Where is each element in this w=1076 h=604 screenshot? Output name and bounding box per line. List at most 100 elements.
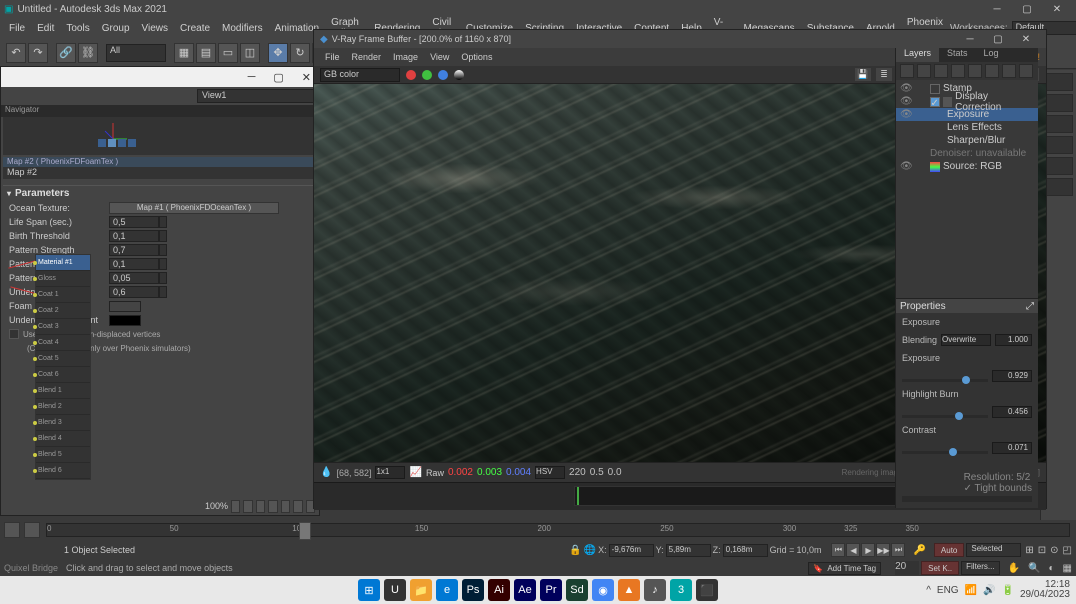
taskbar-app-icon[interactable]: Ai [488,579,510,601]
vfb-channel-select[interactable]: GB color [320,68,400,82]
contrast-slider[interactable] [902,451,988,454]
spinner[interactable] [159,286,167,298]
layer-folder-icon[interactable] [917,64,931,78]
taskbar-app-icon[interactable]: Ae [514,579,536,601]
vfb-menu-image[interactable]: Image [388,52,423,62]
spinner[interactable] [159,272,167,284]
vfb-menu-view[interactable]: View [425,52,454,62]
slider-value[interactable]: 0.071 [992,442,1032,454]
quixel-bridge-label[interactable]: Quixel Bridge [4,563,58,573]
cmd-create-icon[interactable] [1045,73,1073,91]
slider-value[interactable]: 0.456 [992,406,1032,418]
properties-header[interactable]: Properties⤢ [896,299,1038,313]
node-item[interactable]: Gloss [36,271,90,287]
viewport-nav-button[interactable]: ⊡ [1038,545,1046,556]
layer-menu-icon[interactable] [1002,64,1016,78]
timeline-toggle-button[interactable] [24,522,40,538]
menu-modifiers[interactable]: Modifiers [217,23,268,34]
tab-layers[interactable]: Layers [896,48,939,62]
layer-load-icon[interactable] [968,64,982,78]
layer-row[interactable]: Denoiser: unavailable [896,147,1038,160]
taskbar-app-icon[interactable]: 📁 [410,579,432,601]
node-item[interactable]: Material #1 [36,255,90,271]
mat-title-bar[interactable]: ─ ▢ ✕ [1,67,319,87]
vfb-hsv-select[interactable]: HSV [535,466,565,479]
menu-file[interactable]: File [4,23,30,34]
viewport-nav-button[interactable]: 🔍 [1028,563,1040,574]
visibility-icon[interactable]: 👁 [900,96,910,107]
green-channel-icon[interactable] [422,70,432,80]
prev-frame-button[interactable]: ◀ [846,543,860,557]
mat-close-button[interactable]: ✕ [302,71,311,84]
viewport-nav-button[interactable]: ✋ [1008,563,1020,574]
spinner[interactable] [159,230,167,242]
layer-del-icon[interactable] [934,64,948,78]
pattern-strength-input[interactable]: 0,7 [109,244,159,256]
timeline-toggle-button[interactable] [4,522,20,538]
taskbar-app-icon[interactable]: U [384,579,406,601]
tray-lang-icon[interactable]: ENG [937,585,959,596]
vfb-close-button[interactable]: ✕ [1012,30,1040,48]
mat-zoom-btn[interactable] [281,500,290,513]
slider-value[interactable]: 0.929 [992,370,1032,382]
unlink-button[interactable]: ⛓ [78,43,98,63]
cmd-display-icon[interactable] [1045,157,1073,175]
maximize-button[interactable]: ▢ [1012,0,1042,19]
vfb-maximize-button[interactable]: ▢ [984,30,1012,48]
pipette-icon[interactable]: 💧 [320,467,332,478]
tray-wifi-icon[interactable]: 📶 [965,585,977,596]
y-input[interactable]: 5,89m [666,544,711,557]
menu-create[interactable]: Create [175,23,215,34]
taskbar-app-icon[interactable]: ◉ [592,579,614,601]
node-item[interactable]: Coat 3 [36,319,90,335]
node-item[interactable]: Coat 2 [36,303,90,319]
underwater-foam-input[interactable]: 0,6 [109,286,159,298]
node-item[interactable]: Coat 6 [36,367,90,383]
select-button[interactable]: ▦ [174,43,194,63]
menu-group[interactable]: Group [97,23,135,34]
viewport-nav-button[interactable]: ⊙ [1050,545,1058,556]
select-name-button[interactable]: ▤ [196,43,216,63]
menu-views[interactable]: Views [137,23,174,34]
mat-zoom-btn[interactable] [231,500,240,513]
redo-button[interactable]: ↷ [28,43,48,63]
node-item[interactable]: Blend 1 [36,383,90,399]
taskbar-app-icon[interactable]: ▲ [618,579,640,601]
blending-mode-select[interactable]: Overwrite [941,334,991,346]
viewport-nav-button[interactable]: ◰ [1063,545,1072,556]
taskbar-app-icon[interactable]: Pr [540,579,562,601]
tab-log[interactable]: Log [976,48,1007,62]
layer-row[interactable]: 👁✓Display Correction [896,95,1038,108]
highlight-burn-slider[interactable] [902,415,988,418]
vfb-menu-file[interactable]: File [320,52,345,62]
lock-icon[interactable]: 🔒 [569,545,581,556]
window-crossing-button[interactable]: ◫ [240,43,260,63]
auto-key-button[interactable]: Auto [934,543,964,557]
undo-button[interactable]: ↶ [6,43,26,63]
cmd-hierarchy-icon[interactable] [1045,115,1073,133]
node-item[interactable]: Coat 1 [36,287,90,303]
menu-edit[interactable]: Edit [32,23,59,34]
mat-minimize-button[interactable]: ─ [248,71,256,83]
spinner[interactable] [159,216,167,228]
mat-zoom-btn[interactable] [293,500,302,513]
taskbar-app-icon[interactable]: 3 [670,579,692,601]
red-channel-icon[interactable] [406,70,416,80]
minimize-button[interactable]: ─ [982,0,1012,19]
node-item[interactable]: Blend 5 [36,447,90,463]
navigator-area[interactable] [3,117,317,155]
timeline-playhead[interactable] [299,522,311,540]
viewport-nav-button[interactable]: ⊞ [1025,545,1033,556]
layer-save-icon[interactable] [951,64,965,78]
layer-row[interactable]: Sharpen/Blur [896,134,1038,147]
node-item[interactable]: Blend 3 [36,415,90,431]
frame-spin[interactable]: 20 [895,561,919,575]
viewport-nav-button[interactable]: ▦ [1063,563,1072,574]
select-region-button[interactable]: ▭ [218,43,238,63]
visibility-icon[interactable]: 👁 [900,83,910,94]
taskbar-app-icon[interactable]: ⊞ [358,579,380,601]
tight-bounds-check[interactable]: ✓ Tight bounds [964,483,1032,494]
vfb-menu-options[interactable]: Options [456,52,497,62]
node-item[interactable]: Blend 2 [36,399,90,415]
menu-tools[interactable]: Tools [61,23,94,34]
